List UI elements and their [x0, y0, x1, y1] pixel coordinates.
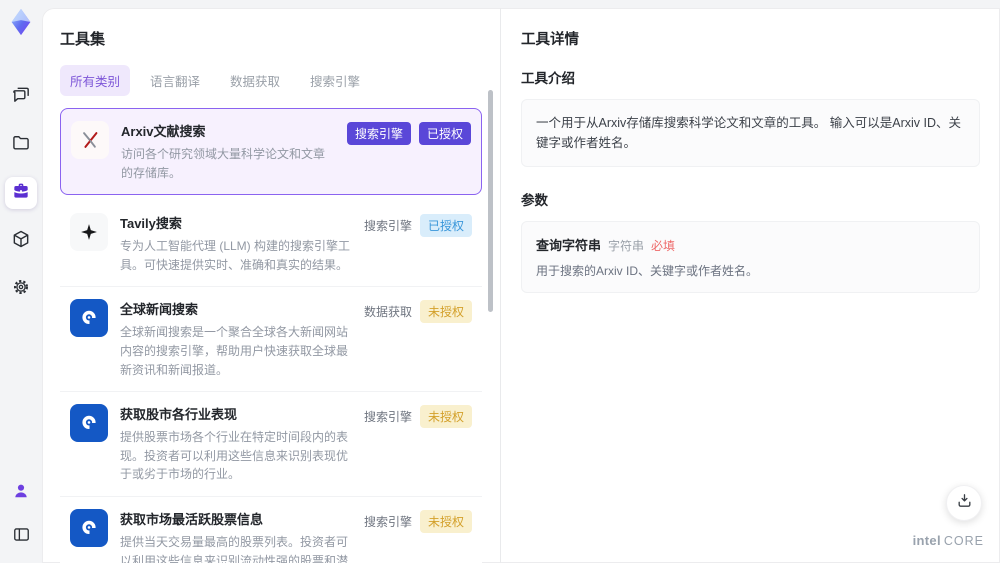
tool-category-tag: 搜索引擎: [363, 410, 412, 425]
param-required-flag: 必填: [651, 239, 676, 253]
tool-description: 提供当天交易量最高的股票列表。投资者可以利用这些信息来识别流动性强的股票和潜在的…: [120, 534, 349, 563]
tab-0[interactable]: 所有类别: [60, 65, 131, 96]
collapse-panel-icon: [12, 525, 31, 549]
download-icon: [956, 492, 973, 514]
tool-auth-badge: 已授权: [418, 122, 471, 145]
chat-icon: [11, 85, 31, 110]
tool-card-3[interactable]: 获取股市各行业表现 提供股票市场各个行业在特定时间段内的表现。投资者可以利用这些…: [60, 392, 482, 497]
news-app-icon: [70, 404, 108, 443]
tool-auth-badge: 未授权: [419, 300, 472, 324]
tool-description: 访问各个研究领域大量科学论文和文章的存储库。: [121, 147, 326, 180]
brand-word-core: core: [943, 534, 984, 548]
list-scrollbar[interactable]: [488, 90, 493, 312]
main-content: 工具集 所有类别 语言翻译 数据获取 搜索引擎 Arxiv文献搜索 访问各个研究领域大…: [42, 8, 1000, 563]
tool-category-tag: 数据获取: [363, 305, 412, 320]
sidebar-item-files[interactable]: [5, 129, 37, 161]
tool-auth-badge: 已授权: [419, 214, 472, 238]
tool-name: Tavily搜索: [120, 216, 182, 232]
arxiv-icon: [71, 121, 109, 159]
tool-name: 获取股市各行业表现: [120, 407, 238, 423]
sidebar-item-plugins[interactable]: [5, 225, 37, 257]
tool-card-1[interactable]: Tavily搜索 专为人工智能代理 (LLM) 构建的搜索引擎工具。可快速提供实…: [60, 201, 482, 288]
sparkle-icon: [70, 213, 108, 252]
tool-details-panel: 工具详情 工具介绍 一个用于从Arxiv存储库搜索科学论文和文章的工具。 输入可…: [500, 8, 1000, 563]
sidebar-rail: [0, 0, 42, 563]
details-title: 工具详情: [521, 32, 579, 48]
tool-list: Arxiv文献搜索 访问各个研究领域大量科学论文和文章的存储库。 搜索引擎 已授…: [60, 108, 482, 563]
tool-name: 获取市场最活跃股票信息: [120, 511, 264, 527]
tool-category-tag: 搜索引擎: [363, 219, 412, 234]
avatar-icon: [11, 481, 31, 506]
param-name: 查询字符串: [536, 238, 602, 253]
intro-heading: 工具介绍: [521, 71, 575, 86]
intel-core-logo: intel core: [913, 533, 984, 548]
page-title: 工具集: [60, 31, 106, 48]
tab-3[interactable]: 搜索引擎: [300, 65, 370, 96]
tool-list-panel: 工具集 所有类别 语言翻译 数据获取 搜索引擎 Arxiv文献搜索 访问各个研究领域大…: [42, 8, 500, 563]
sidebar-item-account[interactable]: [5, 477, 37, 509]
briefcase-icon: [11, 181, 31, 206]
param-box: 查询字符串 字符串 必填 用于搜索的Arxiv ID、关键字或作者姓名。: [521, 221, 980, 293]
tool-name: Arxiv文献搜索: [121, 124, 206, 139]
param-description: 用于搜索的Arxiv ID、关键字或作者姓名。: [536, 264, 759, 278]
tool-name: 全球新闻搜索: [120, 302, 199, 318]
tool-category-tag: 搜索引擎: [363, 514, 412, 529]
app-logo-icon[interactable]: [6, 7, 36, 37]
tool-description: 提供股票市场各个行业在特定时间段内的表现。投资者可以利用这些信息来识别表现优于或…: [120, 430, 349, 482]
intro-text-box: 一个用于从Arxiv存储库搜索科学论文和文章的工具。 输入可以是Arxiv ID…: [521, 99, 980, 167]
folder-icon: [11, 133, 31, 158]
tool-description: 全球新闻搜索是一个聚合全球各大新闻网站内容的搜索引擎，帮助用户快速获取全球最新资…: [120, 325, 349, 377]
download-button[interactable]: [946, 485, 982, 521]
params-heading: 参数: [521, 193, 548, 208]
param-type: 字符串: [608, 239, 645, 253]
sidebar-item-collapse[interactable]: [5, 521, 37, 553]
sidebar-item-toolbox[interactable]: [5, 177, 37, 209]
tool-auth-badge: 未授权: [419, 405, 472, 429]
tool-auth-badge: 未授权: [419, 509, 472, 533]
brand-word-intel: intel: [912, 533, 941, 548]
cube-icon: [11, 229, 31, 254]
tool-card-0[interactable]: Arxiv文献搜索 访问各个研究领域大量科学论文和文章的存储库。 搜索引擎 已授…: [60, 108, 482, 196]
tool-card-2[interactable]: 全球新闻搜索 全球新闻搜索是一个聚合全球各大新闻网站内容的搜索引擎，帮助用户快速…: [60, 287, 482, 393]
tool-description: 专为人工智能代理 (LLM) 构建的搜索引擎工具。可快速提供实时、准确和真实的结…: [120, 239, 351, 272]
tab-2[interactable]: 数据获取: [220, 65, 290, 96]
sidebar-item-chat[interactable]: [5, 81, 37, 113]
news-app-icon: [70, 508, 108, 547]
tool-category-tag: 搜索引擎: [346, 122, 411, 145]
news-app-icon: [70, 299, 108, 338]
tab-1[interactable]: 语言翻译: [140, 65, 210, 96]
sidebar-item-settings[interactable]: [5, 273, 37, 305]
tool-card-4[interactable]: 获取市场最活跃股票信息 提供当天交易量最高的股票列表。投资者可以利用这些信息来识…: [60, 496, 482, 563]
gear-icon: [11, 277, 31, 302]
category-tabs: 所有类别 语言翻译 数据获取 搜索引擎: [60, 65, 482, 96]
